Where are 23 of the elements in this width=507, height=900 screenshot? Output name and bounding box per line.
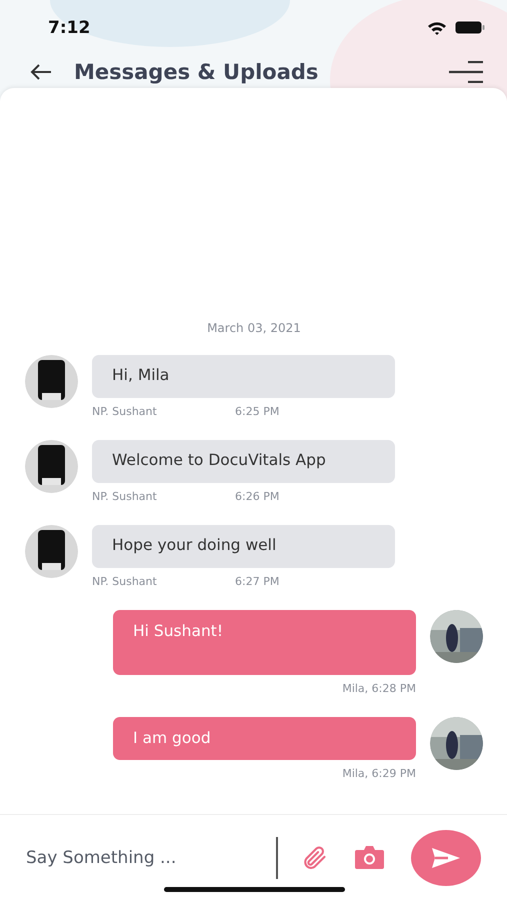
- sender-name: NP. Sushant: [92, 575, 158, 588]
- back-button[interactable]: [30, 62, 52, 80]
- camera-button[interactable]: [354, 845, 385, 870]
- date-label: March 03, 2021: [207, 321, 301, 335]
- page-title: Messages & Uploads: [74, 60, 320, 84]
- message-bubble: I am good: [113, 717, 416, 760]
- message-meta: Mila, 6:29 PM: [342, 767, 416, 780]
- message-meta: Mila, 6:28 PM: [342, 682, 416, 695]
- message-bubble: Hope your doing well: [92, 525, 395, 568]
- menu-button[interactable]: [448, 60, 483, 82]
- status-time: 7:12: [48, 18, 90, 38]
- message-time: 6:27 PM: [235, 575, 280, 588]
- message-time: 6:26 PM: [235, 490, 280, 503]
- wifi-icon: [427, 20, 447, 34]
- battery-icon: [455, 21, 485, 34]
- message-bubble: Hi, Mila: [92, 355, 395, 398]
- send-icon: [431, 846, 461, 868]
- message-input[interactable]: Say Something ...: [26, 848, 266, 868]
- message-bubble: Welcome to DocuVitals App: [92, 440, 395, 483]
- message-bubble: Hi Sushant!: [113, 610, 416, 675]
- message-time: 6:25 PM: [235, 405, 280, 418]
- sender-name: NP. Sushant: [92, 405, 158, 418]
- sender-name: NP. Sushant: [92, 490, 158, 503]
